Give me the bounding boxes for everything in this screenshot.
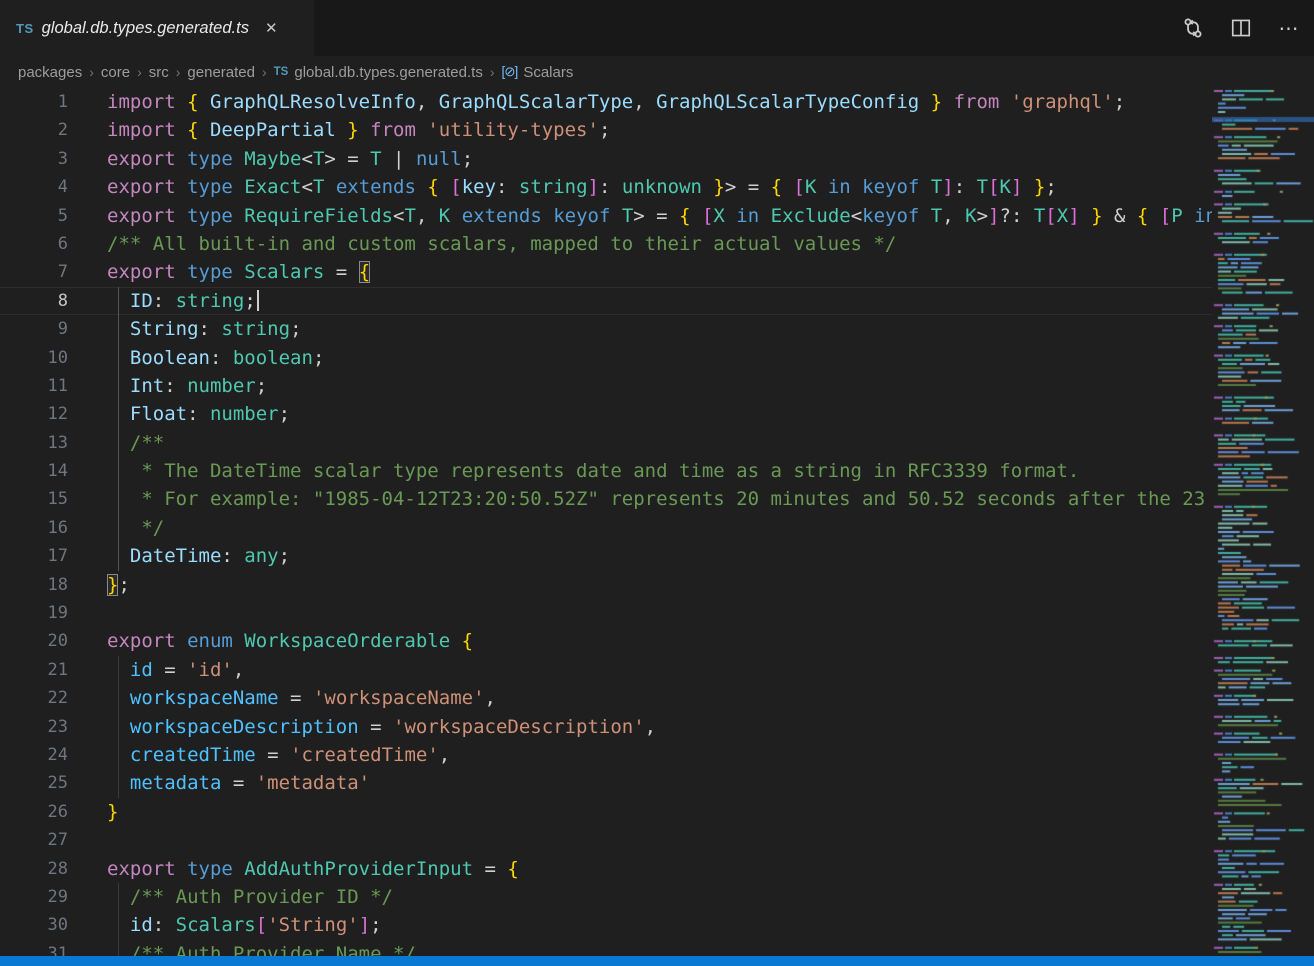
line-number: 2 [0, 116, 68, 144]
code-line: 27 [0, 826, 1212, 854]
code-line: 30 id: Scalars['String']; [0, 911, 1212, 939]
minimap[interactable] [1212, 88, 1314, 956]
code-line: 16 */ [0, 514, 1212, 542]
split-editor-icon[interactable] [1226, 13, 1256, 43]
line-number: 25 [0, 769, 68, 797]
code-line: 12 Float: number; [0, 400, 1212, 428]
code-editor[interactable]: 1import { GraphQLResolveInfo, GraphQLSca… [0, 88, 1212, 966]
breadcrumb-separator: › [137, 64, 142, 80]
editor-actions: ⋯ [1178, 0, 1304, 56]
breadcrumb-separator: › [262, 64, 267, 80]
code-line: 4export type Exact<T extends { [key: str… [0, 173, 1212, 201]
code-line: 11 Int: number; [0, 372, 1212, 400]
line-number: 28 [0, 855, 68, 883]
line-number: 20 [0, 627, 68, 655]
code-rows: 1import { GraphQLResolveInfo, GraphQLSca… [0, 88, 1212, 966]
code-line: 15 * For example: "1985-04-12T23:20:50.5… [0, 485, 1212, 513]
line-number: 27 [0, 826, 68, 854]
open-changes-icon[interactable] [1178, 13, 1208, 43]
line-number: 30 [0, 911, 68, 939]
code-line: 18}; [0, 571, 1212, 599]
symbol-type-icon: [⊘] [502, 64, 518, 80]
line-number: 12 [0, 400, 68, 428]
code-line: 13 /** [0, 429, 1212, 457]
breadcrumb-packages[interactable]: packages [18, 64, 82, 81]
code-line: 28export type AddAuthProviderInput = { [0, 855, 1212, 883]
code-line: 5export type RequireFields<T, K extends … [0, 202, 1212, 230]
line-number: 3 [0, 145, 68, 173]
code-line: 14 * The DateTime scalar type represents… [0, 457, 1212, 485]
breadcrumb-separator: › [490, 64, 495, 80]
line-number: 4 [0, 173, 68, 201]
more-actions-icon[interactable]: ⋯ [1274, 13, 1304, 43]
line-number: 7 [0, 258, 68, 286]
typescript-file-icon: TS [16, 21, 34, 36]
code-line: 2import { DeepPartial } from 'utility-ty… [0, 116, 1212, 144]
line-number: 18 [0, 571, 68, 599]
line-number: 6 [0, 230, 68, 258]
line-number: 15 [0, 485, 68, 513]
line-number: 16 [0, 514, 68, 542]
breadcrumb-core[interactable]: core [101, 64, 130, 81]
code-line: 22 workspaceName = 'workspaceName', [0, 684, 1212, 712]
code-line: 23 workspaceDescription = 'workspaceDesc… [0, 713, 1212, 741]
code-line: 29 /** Auth Provider ID */ [0, 883, 1212, 911]
line-number: 21 [0, 656, 68, 684]
code-line: 10 Boolean: boolean; [0, 344, 1212, 372]
code-line: 9 String: string; [0, 315, 1212, 343]
breadcrumb-separator: › [176, 64, 181, 80]
breadcrumb-file[interactable]: global.db.types.generated.ts [294, 64, 482, 81]
close-tab-icon[interactable]: ✕ [261, 18, 282, 39]
line-number: 22 [0, 684, 68, 712]
line-number: 14 [0, 457, 68, 485]
line-number: 5 [0, 202, 68, 230]
breadcrumb-symbol-scalars[interactable]: Scalars [523, 64, 573, 81]
line-number: 19 [0, 599, 68, 627]
line-number: 9 [0, 315, 68, 343]
line-number: 26 [0, 798, 68, 826]
code-line: 3export type Maybe<T> = T | null; [0, 145, 1212, 173]
line-number: 13 [0, 429, 68, 457]
breadcrumb-generated[interactable]: generated [187, 64, 255, 81]
code-line: 7export type Scalars = { [0, 258, 1212, 286]
vscode-editor-window: TS global.db.types.generated.ts ✕ [0, 0, 1314, 966]
tab-global-db-types[interactable]: TS global.db.types.generated.ts ✕ [0, 0, 314, 56]
line-number: 8 [0, 287, 68, 315]
line-number: 29 [0, 883, 68, 911]
code-line: 19 [0, 599, 1212, 627]
breadcrumb: packages › core › src › generated › TS g… [0, 56, 1314, 88]
text-cursor [257, 290, 259, 311]
status-bar [0, 956, 1314, 966]
code-line: 6/** All built-in and custom scalars, ma… [0, 230, 1212, 258]
line-number: 23 [0, 713, 68, 741]
code-line: 25 metadata = 'metadata' [0, 769, 1212, 797]
tab-bar: TS global.db.types.generated.ts ✕ [0, 0, 1314, 56]
breadcrumb-separator: › [89, 64, 94, 80]
code-line: 20export enum WorkspaceOrderable { [0, 627, 1212, 655]
code-line: 24 createdTime = 'createdTime', [0, 741, 1212, 769]
line-number: 10 [0, 344, 68, 372]
breadcrumb-src[interactable]: src [149, 64, 169, 81]
code-line: 21 id = 'id', [0, 656, 1212, 684]
code-line: 1import { GraphQLResolveInfo, GraphQLSca… [0, 88, 1212, 116]
tab-title: global.db.types.generated.ts [42, 19, 249, 38]
line-number: 17 [0, 542, 68, 570]
line-number: 24 [0, 741, 68, 769]
line-number: 1 [0, 88, 68, 116]
code-line: 26} [0, 798, 1212, 826]
typescript-file-icon: TS [274, 66, 289, 78]
code-line: 8 ID: string; [0, 287, 1212, 315]
code-line: 17 DateTime: any; [0, 542, 1212, 570]
line-number: 11 [0, 372, 68, 400]
